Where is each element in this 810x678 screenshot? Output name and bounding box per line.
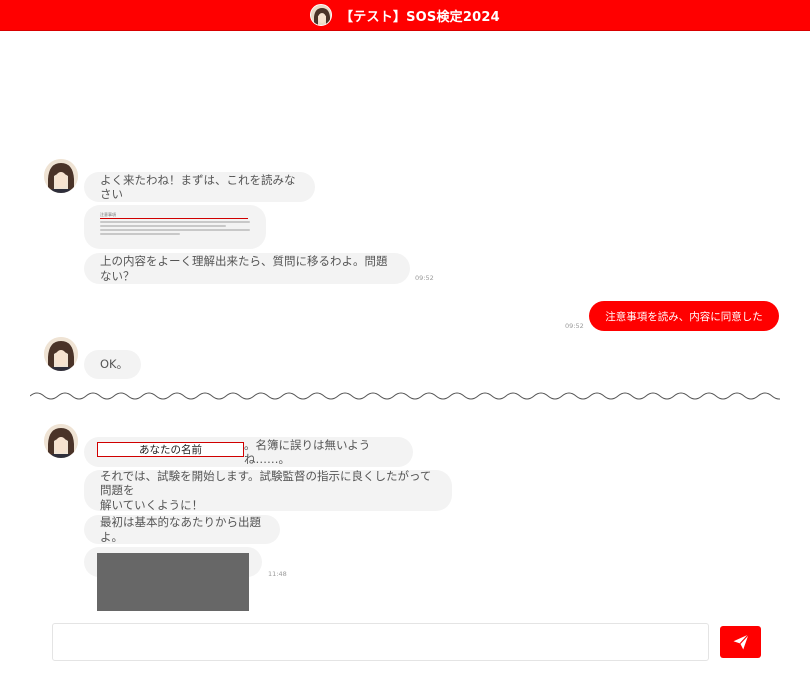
message-time: 09:52 xyxy=(565,322,584,330)
bot-message: 最初は基本的なあたりから出題よ。 xyxy=(84,515,280,544)
image-placeholder[interactable] xyxy=(97,553,249,611)
message-text-line1: それでは、試験を開始します。試験監督の指示に良くしたがって問題を xyxy=(100,468,432,498)
document-thumbnail[interactable]: 注意事項 xyxy=(100,212,252,242)
bot-avatar xyxy=(44,337,78,371)
paper-plane-icon xyxy=(733,634,749,650)
document-line xyxy=(100,233,180,235)
document-rule xyxy=(100,218,248,219)
message-time: 09:52 xyxy=(415,274,434,282)
page-title: 【テスト】SOS検定2024 xyxy=(340,9,500,25)
message-text: よく来たわね！まずは、これを読みなさい xyxy=(100,172,296,201)
app-header: 【テスト】SOS検定2024 xyxy=(0,0,810,31)
document-line xyxy=(100,221,250,223)
message-time: 11:48 xyxy=(268,570,287,578)
message-text: 注意事項を読み、内容に同意した xyxy=(605,310,763,323)
user-message: 注意事項を読み、内容に同意した xyxy=(589,301,779,331)
message-text: 上の内容をよーく理解出来たら、質問に移るわよ。問題ない？ xyxy=(100,254,388,283)
bot-message: 上の内容をよーく理解出来たら、質問に移るわよ。問題ない？ xyxy=(84,253,410,284)
message-text: 最初は基本的なあたりから出題よ。 xyxy=(100,515,261,544)
user-name: あなたの名前 xyxy=(139,444,202,456)
bot-avatar xyxy=(44,424,78,458)
bot-message: よく来たわね！まずは、これを読みなさい xyxy=(84,172,315,202)
message-input[interactable] xyxy=(52,623,709,661)
document-line xyxy=(100,229,250,231)
bot-message: OK。 xyxy=(84,350,141,379)
bot-avatar xyxy=(44,159,78,193)
user-name-field: あなたの名前 xyxy=(97,442,244,457)
message-text: OK。 xyxy=(100,357,129,372)
send-button[interactable] xyxy=(720,626,761,658)
message-text: 。名簿に誤りは無いようね……。 xyxy=(244,437,371,466)
message-text-line2: 解いていくように！ xyxy=(100,497,204,512)
document-line xyxy=(100,225,226,227)
header-avatar xyxy=(310,4,333,26)
bot-message: それでは、試験を開始します。試験監督の指示に良くしたがって問題を 解いていくよう… xyxy=(84,468,452,512)
document-title: 注意事項 xyxy=(100,212,116,217)
wavy-divider xyxy=(30,392,780,400)
